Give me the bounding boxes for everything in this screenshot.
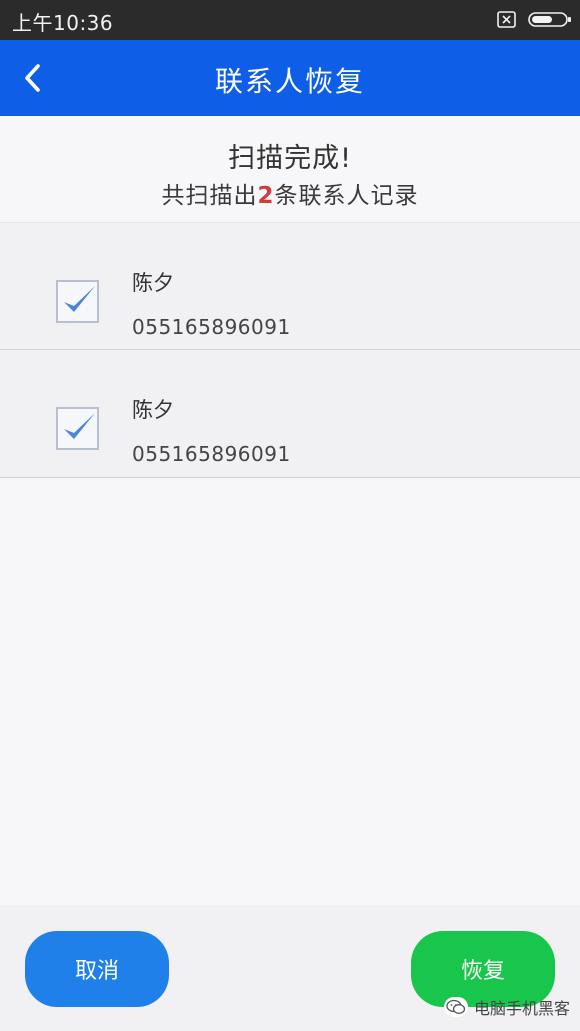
contact-list: 陈夕 055165896091 陈夕 055165896091 <box>0 222 580 478</box>
contact-phone: 055165896091 <box>132 315 291 339</box>
battery-icon <box>528 12 571 27</box>
contact-phone: 055165896091 <box>132 442 291 466</box>
contact-name: 陈夕 <box>132 271 174 295</box>
scan-summary: 扫描完成! 共扫描出2条联系人记录 <box>0 116 580 222</box>
app-bar: 联系人恢复 <box>0 40 580 116</box>
scan-complete-title: 扫描完成! <box>228 143 352 174</box>
sim-off-icon <box>497 11 516 28</box>
contact-checkbox[interactable] <box>56 407 99 450</box>
watermark-text: 电脑手机黑客 <box>474 999 571 1018</box>
cancel-button[interactable]: 取消 <box>25 931 169 1007</box>
page-title: 联系人恢复 <box>214 65 365 98</box>
status-time: 上午10:36 <box>12 11 114 35</box>
checkmark-icon <box>64 413 95 439</box>
scan-count-text: 共扫描出2条联系人记录 <box>0 176 580 210</box>
checkmark-icon <box>64 286 95 312</box>
contact-row[interactable]: 陈夕 055165896091 <box>0 222 580 350</box>
watermark: 电脑手机黑客 <box>444 993 570 1021</box>
wechat-logo-icon <box>444 997 468 1017</box>
status-bar: 上午10:36 <box>0 0 580 40</box>
scan-count-number: 2 <box>257 183 275 209</box>
contact-name: 陈夕 <box>132 398 174 422</box>
contact-checkbox[interactable] <box>56 280 99 323</box>
scan-count-prefix: 共扫描出 <box>161 183 258 209</box>
scan-count-suffix: 条联系人记录 <box>274 183 419 209</box>
contact-row[interactable]: 陈夕 055165896091 <box>0 350 580 478</box>
